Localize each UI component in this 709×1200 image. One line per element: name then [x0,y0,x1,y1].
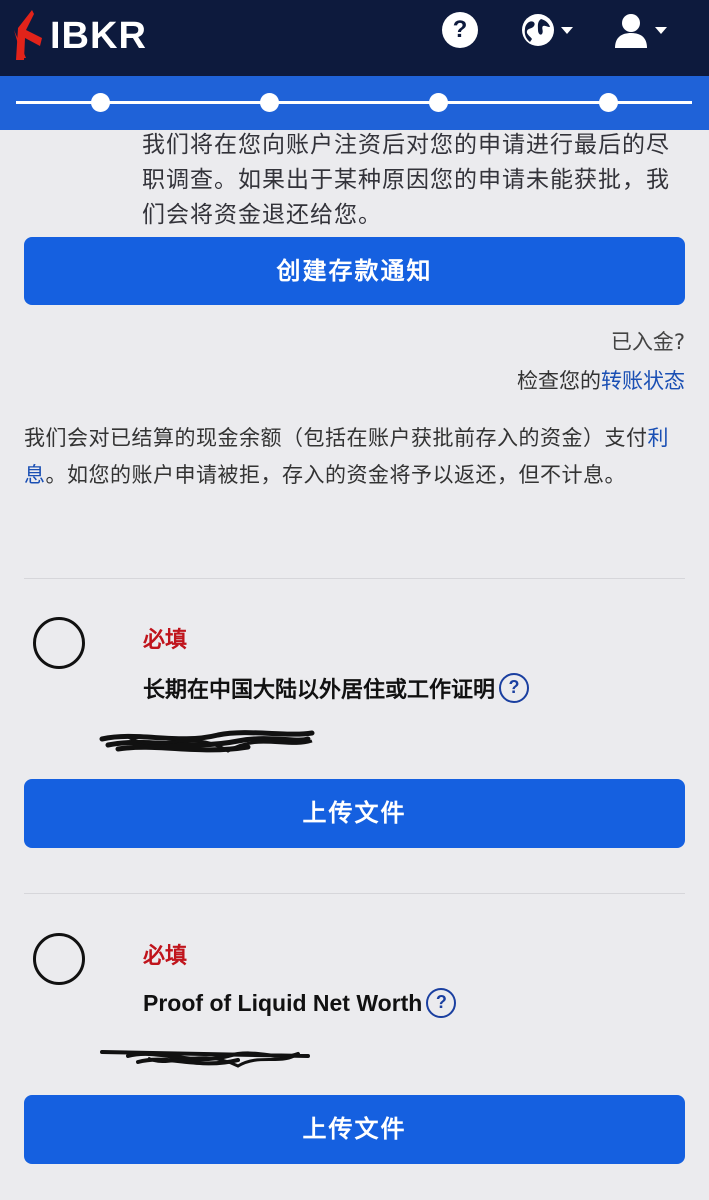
task-status-radio[interactable] [33,617,85,669]
already-funded-question: 已入金? [610,330,685,354]
chevron-down-icon [655,26,667,34]
progress-track [16,101,692,104]
upload-file-button[interactable]: 上传文件 [24,779,685,848]
required-label: 必填 [143,628,188,653]
brand-logo[interactable]: IBKR [8,8,147,64]
interest-text-before: 我们会对已结算的现金余额（包括在账户获批前存入的资金）支付 [24,426,648,450]
progress-step [429,93,448,112]
section-divider [24,578,685,579]
help-icon: ? [442,12,478,48]
user-icon [615,14,647,48]
interest-notice: 我们会对已结算的现金余额（包括在账户获批前存入的资金）支付利息。如您的账户申请被… [24,420,692,494]
progress-step [91,93,110,112]
progress-stepper [0,76,709,130]
required-label: 必填 [143,944,188,969]
interest-text-after: 。如您的账户申请被拒，存入的资金将予以返还，但不计息。 [45,463,626,487]
redaction-scribble [99,730,315,753]
help-button[interactable]: ? [442,8,484,52]
transfer-status-line: 检查您的转账状态 [517,365,685,395]
section-divider [24,893,685,894]
transfer-status-link[interactable]: 转账状态 [601,369,685,393]
create-deposit-notice-button[interactable]: 创建存款通知 [24,237,685,305]
task-title: Proof of Liquid Net Worth ? [143,988,457,1018]
task-status-radio[interactable] [33,933,85,985]
top-navigation-bar: IBKR ? [0,0,709,76]
transfer-status-prefix: 检查您的 [517,369,601,393]
brand-name: IBKR [50,14,147,57]
upload-file-button[interactable]: 上传文件 [24,1095,685,1164]
task-title: 长期在中国大陆以外居住或工作证明 ? [143,672,530,704]
due-diligence-text: 我们将在您向账户注资后对您的申请进行最后的尽职调查。如果出于某种原因您的申请未能… [142,132,670,228]
ibkr-logo-icon [14,10,42,60]
progress-step [260,93,279,112]
progress-step [599,93,618,112]
task-title-text: 长期在中国大陆以外居住或工作证明 [143,678,496,703]
user-menu-button[interactable] [612,8,678,52]
task-title-text: Proof of Liquid Net Worth [143,989,423,1016]
chevron-down-icon [561,26,573,34]
redaction-scribble [100,1050,310,1068]
help-icon[interactable]: ? [426,988,457,1018]
language-menu-button[interactable] [520,8,580,52]
globe-icon [522,14,554,46]
help-icon[interactable]: ? [499,673,530,703]
